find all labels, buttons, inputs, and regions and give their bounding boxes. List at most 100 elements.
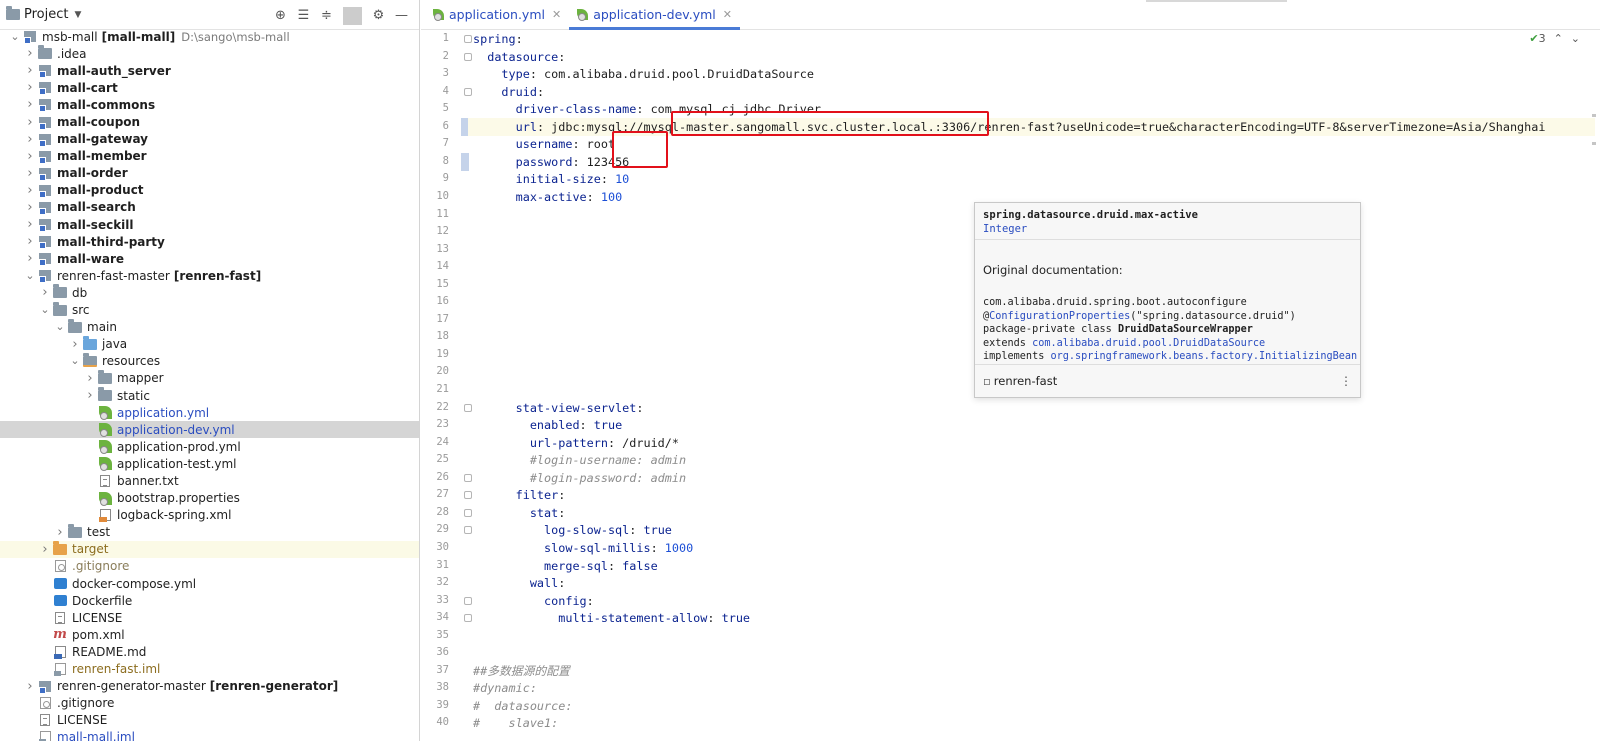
tree-item[interactable]: › test <box>0 523 419 541</box>
tree-item[interactable]: ›docker-compose.yml <box>0 575 419 592</box>
fold-toggle-icon[interactable] <box>464 35 472 43</box>
tree-item[interactable]: ⌄ src <box>0 301 419 319</box>
fold-toggle-icon[interactable] <box>464 87 472 96</box>
tree-item[interactable]: ›application.yml <box>0 404 419 421</box>
change-marker[interactable] <box>461 152 469 171</box>
tree-item[interactable]: ›LICENSE <box>0 609 419 626</box>
chevron-right-icon[interactable]: › <box>23 80 37 95</box>
chevron-right-icon[interactable]: › <box>23 183 37 198</box>
chevron-down-icon[interactable]: ⌄ <box>38 304 52 315</box>
fold-toggle-icon[interactable] <box>464 508 472 517</box>
fold-toggle-icon[interactable] <box>464 526 472 535</box>
gear-icon[interactable]: ⚙ <box>369 6 388 24</box>
tree-item[interactable]: ›mpom.xml <box>0 626 419 643</box>
tree-item[interactable]: ›.gitignore <box>0 558 419 575</box>
popup-doc-link[interactable]: com.alibaba.druid.pool.DruidDataSource <box>1032 338 1265 349</box>
tree-item[interactable]: ›README.md <box>0 643 419 660</box>
tree-item[interactable]: › mall-auth_server <box>0 62 419 79</box>
tree-item[interactable]: ›LICENSE <box>0 712 419 729</box>
close-icon[interactable]: ✕ <box>723 8 732 21</box>
project-view-selector[interactable]: Project ▼ <box>6 6 81 22</box>
popup-doc-link[interactable]: ConfigurationProperties <box>989 311 1130 322</box>
chevron-right-icon[interactable]: › <box>38 542 52 557</box>
chevron-down-icon[interactable]: ⌄ <box>23 270 37 281</box>
tree-item[interactable]: › mall-order <box>0 165 419 182</box>
fold-toggle-icon[interactable] <box>464 473 472 482</box>
fold-toggle-icon[interactable] <box>464 52 472 61</box>
chevron-right-icon[interactable]: › <box>23 200 37 215</box>
fold-toggle-icon[interactable] <box>464 614 472 623</box>
chevron-right-icon[interactable]: › <box>23 251 37 266</box>
tree-item[interactable]: › db <box>0 284 419 301</box>
tree-item[interactable]: ›application-test.yml <box>0 455 419 472</box>
close-icon[interactable]: ✕ <box>552 8 561 21</box>
tree-item[interactable]: › mall-gateway <box>0 131 419 148</box>
chevron-down-icon[interactable]: ⌄ <box>53 321 67 332</box>
fold-toggle-icon[interactable] <box>464 596 472 605</box>
tree-item[interactable]: ⌄ msb-mall [mall-mall] D:\sango\msb-mall <box>0 28 419 45</box>
chevron-down-icon[interactable]: ⌄ <box>8 31 22 42</box>
inspection-widget[interactable]: ✔3 ⌃ ⌄ <box>1529 32 1580 45</box>
tree-item[interactable]: › mall-product <box>0 182 419 199</box>
tree-item[interactable]: › static <box>0 387 419 404</box>
chevron-right-icon[interactable]: › <box>23 679 37 694</box>
tree-item[interactable]: › .idea <box>0 45 419 62</box>
hide-icon[interactable]: — <box>392 6 411 24</box>
tree-item[interactable]: › mall-commons <box>0 96 419 113</box>
editor-tab[interactable]: application-dev.yml ✕ <box>569 0 740 30</box>
tree-item[interactable]: ⌄ resources <box>0 352 419 370</box>
tree-item[interactable]: › mall-search <box>0 199 419 216</box>
chevron-right-icon[interactable]: › <box>38 285 52 300</box>
tree-item[interactable]: ›logback-spring.xml <box>0 507 419 524</box>
tree-item[interactable]: › mall-seckill <box>0 216 419 233</box>
chevron-right-icon[interactable]: › <box>23 166 37 181</box>
popup-doc-link[interactable]: org.springframework.beans.factory.Initia… <box>1050 351 1357 362</box>
chevron-right-icon[interactable]: › <box>23 115 37 130</box>
editor-tab[interactable]: application.yml ✕ <box>425 0 569 29</box>
tree-item[interactable]: ⌄ renren-fast-master [renren-fast] <box>0 267 419 284</box>
tree-item[interactable]: ›application-dev.yml <box>0 421 419 439</box>
chevron-right-icon[interactable]: › <box>23 97 37 112</box>
tree-item[interactable]: ›banner.txt <box>0 472 419 489</box>
error-stripe-mark[interactable] <box>1592 114 1596 117</box>
chevron-right-icon[interactable]: › <box>23 132 37 147</box>
tree-item[interactable]: ›Dockerfile <box>0 592 419 609</box>
tree-item-module-name: [renren-generator] <box>209 679 339 694</box>
chevron-right-icon[interactable]: › <box>23 234 37 249</box>
tree-item[interactable]: › mall-third-party <box>0 233 419 250</box>
chevron-right-icon[interactable]: › <box>23 46 37 61</box>
chevron-right-icon[interactable]: › <box>53 525 67 540</box>
tree-item[interactable]: › mall-coupon <box>0 113 419 130</box>
tree-item[interactable]: › java <box>0 335 419 353</box>
chevron-down-icon[interactable]: ⌄ <box>68 355 82 366</box>
chevron-right-icon[interactable]: › <box>83 388 97 403</box>
tree-item[interactable]: ›.gitignore <box>0 695 419 712</box>
chevron-right-icon[interactable]: › <box>68 337 82 352</box>
expand-all-icon[interactable]: ☰ <box>294 6 313 24</box>
fold-toggle-icon[interactable] <box>464 491 472 500</box>
tree-item[interactable]: › mapper <box>0 369 419 387</box>
more-options-icon[interactable]: ⋮ <box>1340 374 1352 388</box>
popup-property-type[interactable]: Integer <box>983 223 1352 235</box>
tree-item[interactable]: › renren-generator-master [renren-generato… <box>0 678 419 695</box>
tree-item[interactable]: › mall-member <box>0 148 419 165</box>
chevron-right-icon[interactable]: › <box>83 371 97 386</box>
error-stripe-mark[interactable] <box>1592 142 1596 145</box>
chevron-down-icon[interactable]: ⌄ <box>1571 32 1580 45</box>
chevron-right-icon[interactable]: › <box>23 217 37 232</box>
tree-item[interactable]: › mall-ware <box>0 250 419 267</box>
chevron-right-icon[interactable]: › <box>23 149 37 164</box>
collapse-all-icon[interactable]: ≑ <box>317 6 336 24</box>
tree-item[interactable]: › target <box>0 540 419 558</box>
chevron-right-icon[interactable]: › <box>23 63 37 78</box>
tree-item[interactable]: ›bootstrap.properties <box>0 490 419 507</box>
tree-item[interactable]: ›mall-mall.iml <box>0 729 419 741</box>
tree-item[interactable]: ⌄ main <box>0 318 419 336</box>
tree-item[interactable]: ›renren-fast.iml <box>0 660 419 677</box>
yaml-value <box>473 172 516 186</box>
tree-item[interactable]: › mall-cart <box>0 79 419 96</box>
chevron-up-icon[interactable]: ⌃ <box>1554 32 1563 45</box>
tree-item[interactable]: ›application-prod.yml <box>0 438 419 455</box>
fold-toggle-icon[interactable] <box>464 403 472 412</box>
locate-icon[interactable]: ⊕ <box>271 6 290 24</box>
